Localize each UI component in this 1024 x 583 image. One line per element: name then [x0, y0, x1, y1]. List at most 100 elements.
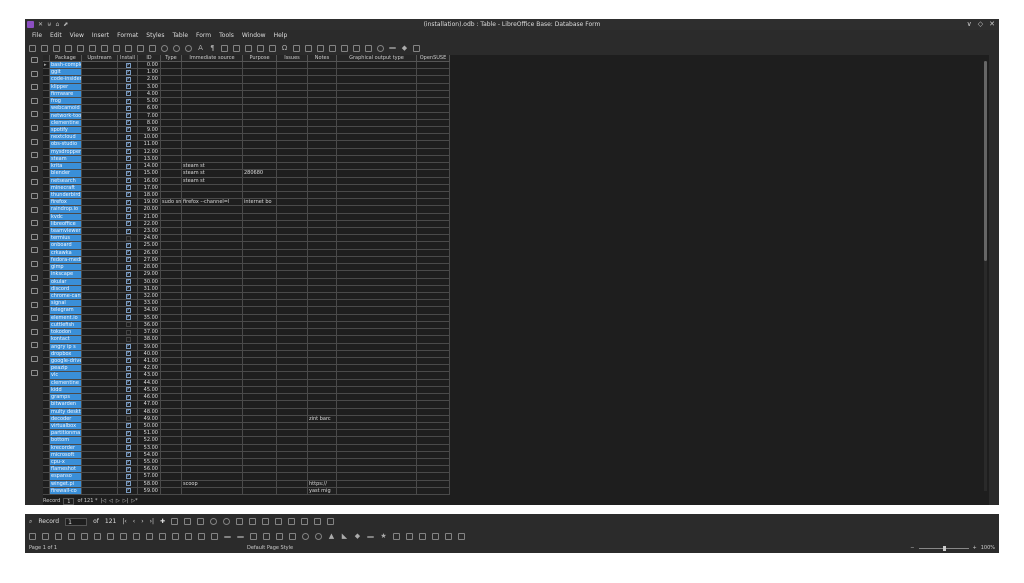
source-cell[interactable]: [182, 401, 243, 409]
paste-icon[interactable]: [137, 44, 144, 52]
install-checkbox[interactable]: [125, 365, 131, 371]
source-cell[interactable]: [182, 141, 243, 149]
issues-cell[interactable]: [277, 321, 308, 330]
gfx-cell[interactable]: [337, 90, 417, 99]
type-cell[interactable]: [161, 177, 182, 185]
table-row[interactable]: gimp 28.00: [43, 264, 450, 272]
install-checkbox[interactable]: [125, 358, 131, 364]
insert-line-icon[interactable]: [389, 47, 396, 49]
install-checkbox-cell[interactable]: [118, 141, 138, 149]
install-checkbox[interactable]: [125, 163, 131, 169]
table-row[interactable]: gramps 46.00: [43, 394, 450, 402]
purpose-cell[interactable]: [243, 69, 277, 77]
row-selector[interactable]: [43, 430, 50, 438]
type-cell[interactable]: [161, 437, 182, 445]
column-header[interactable]: Immediate source: [182, 55, 243, 62]
row-selector[interactable]: [43, 199, 50, 207]
id-cell[interactable]: 4.00: [138, 90, 161, 99]
notes-cell[interactable]: [308, 90, 337, 99]
upstream-cell[interactable]: [82, 321, 118, 330]
column-header[interactable]: Purpose: [243, 55, 277, 62]
undo-icon[interactable]: [161, 44, 168, 52]
comment-icon[interactable]: [353, 44, 360, 52]
issues-cell[interactable]: [277, 148, 308, 156]
notes-cell[interactable]: [308, 336, 337, 344]
purpose-cell[interactable]: [243, 422, 277, 431]
gfx-cell[interactable]: [337, 213, 417, 221]
type-cell[interactable]: [161, 329, 182, 337]
type-cell[interactable]: [161, 184, 182, 192]
install-checkbox-cell[interactable]: [118, 307, 138, 315]
purpose-cell[interactable]: [243, 408, 277, 416]
install-checkbox[interactable]: [125, 257, 131, 263]
type-cell[interactable]: [161, 62, 182, 70]
opensuse-cell[interactable]: [417, 466, 450, 474]
data-source-icon[interactable]: [327, 518, 335, 525]
install-checkbox-cell[interactable]: [118, 76, 138, 84]
issues-cell[interactable]: [277, 430, 308, 438]
package-cell[interactable]: firewall-co: [50, 487, 82, 496]
column-header[interactable]: Package: [50, 55, 82, 62]
install-checkbox[interactable]: [125, 387, 131, 393]
id-cell[interactable]: 53.00: [138, 444, 161, 452]
table-row[interactable]: firefox 19.00sudo snfirefox --channel=lin…: [43, 199, 450, 207]
id-cell[interactable]: 31.00: [138, 285, 161, 293]
row-selector[interactable]: [43, 300, 50, 308]
menu-table[interactable]: Table: [169, 30, 193, 41]
package-cell[interactable]: espanso: [50, 473, 82, 481]
opensuse-cell[interactable]: [417, 379, 450, 387]
install-checkbox[interactable]: [125, 372, 131, 378]
issues-cell[interactable]: [277, 184, 308, 192]
purpose-cell[interactable]: [243, 256, 277, 265]
id-cell[interactable]: 21.00: [138, 213, 161, 221]
install-checkbox-cell[interactable]: [118, 343, 138, 351]
opensuse-cell[interactable]: [417, 329, 450, 337]
issues-cell[interactable]: [277, 170, 308, 178]
refresh-control-icon[interactable]: [223, 518, 231, 525]
issues-cell[interactable]: [277, 336, 308, 344]
upstream-cell[interactable]: [82, 285, 118, 293]
reset-filter-icon[interactable]: [314, 518, 322, 525]
row-selector[interactable]: [43, 90, 50, 99]
id-cell[interactable]: 45.00: [138, 386, 161, 395]
upstream-cell[interactable]: [82, 264, 118, 272]
install-checkbox[interactable]: [125, 156, 131, 162]
install-checkbox[interactable]: [125, 423, 131, 429]
issues-cell[interactable]: [277, 242, 308, 250]
type-cell[interactable]: [161, 480, 182, 488]
copy-icon[interactable]: [125, 44, 132, 52]
install-checkbox-cell[interactable]: [118, 444, 138, 452]
table-row[interactable]: ggit 1.00: [43, 69, 450, 77]
install-checkbox[interactable]: [125, 473, 131, 479]
source-cell[interactable]: [182, 278, 243, 286]
opensuse-cell[interactable]: [417, 105, 450, 113]
table-row[interactable]: firewall-co 59.00 yast mig: [43, 487, 450, 496]
issues-cell[interactable]: [277, 213, 308, 221]
purpose-cell[interactable]: [243, 451, 277, 460]
upstream-cell[interactable]: [82, 422, 118, 431]
install-checkbox-cell[interactable]: [118, 451, 138, 460]
row-selector[interactable]: [43, 69, 50, 77]
issues-cell[interactable]: [277, 437, 308, 445]
package-cell[interactable]: webcamoid: [50, 105, 82, 113]
ellipse-icon[interactable]: [302, 533, 309, 540]
purpose-cell[interactable]: [243, 112, 277, 120]
id-cell[interactable]: 32.00: [138, 293, 161, 301]
type-cell[interactable]: [161, 126, 182, 135]
table-row[interactable]: obs-studio 11.00: [43, 141, 450, 149]
type-cell[interactable]: [161, 350, 182, 358]
package-cell[interactable]: clementine: [50, 119, 82, 127]
table-row[interactable]: chrome-canary 32.00: [43, 293, 450, 301]
install-checkbox-cell[interactable]: [118, 329, 138, 337]
install-checkbox-cell[interactable]: [118, 473, 138, 481]
install-checkbox-cell[interactable]: [118, 184, 138, 192]
table-row[interactable]: microsoft 54.00: [43, 451, 450, 460]
package-cell[interactable]: teamviewer: [50, 228, 82, 236]
id-cell[interactable]: 38.00: [138, 336, 161, 344]
opensuse-cell[interactable]: [417, 357, 450, 366]
source-cell[interactable]: scoop: [182, 480, 243, 488]
purpose-cell[interactable]: [243, 444, 277, 452]
upstream-cell[interactable]: [82, 466, 118, 474]
install-checkbox-cell[interactable]: [118, 466, 138, 474]
find-record-icon[interactable]: ⌕: [29, 518, 32, 526]
